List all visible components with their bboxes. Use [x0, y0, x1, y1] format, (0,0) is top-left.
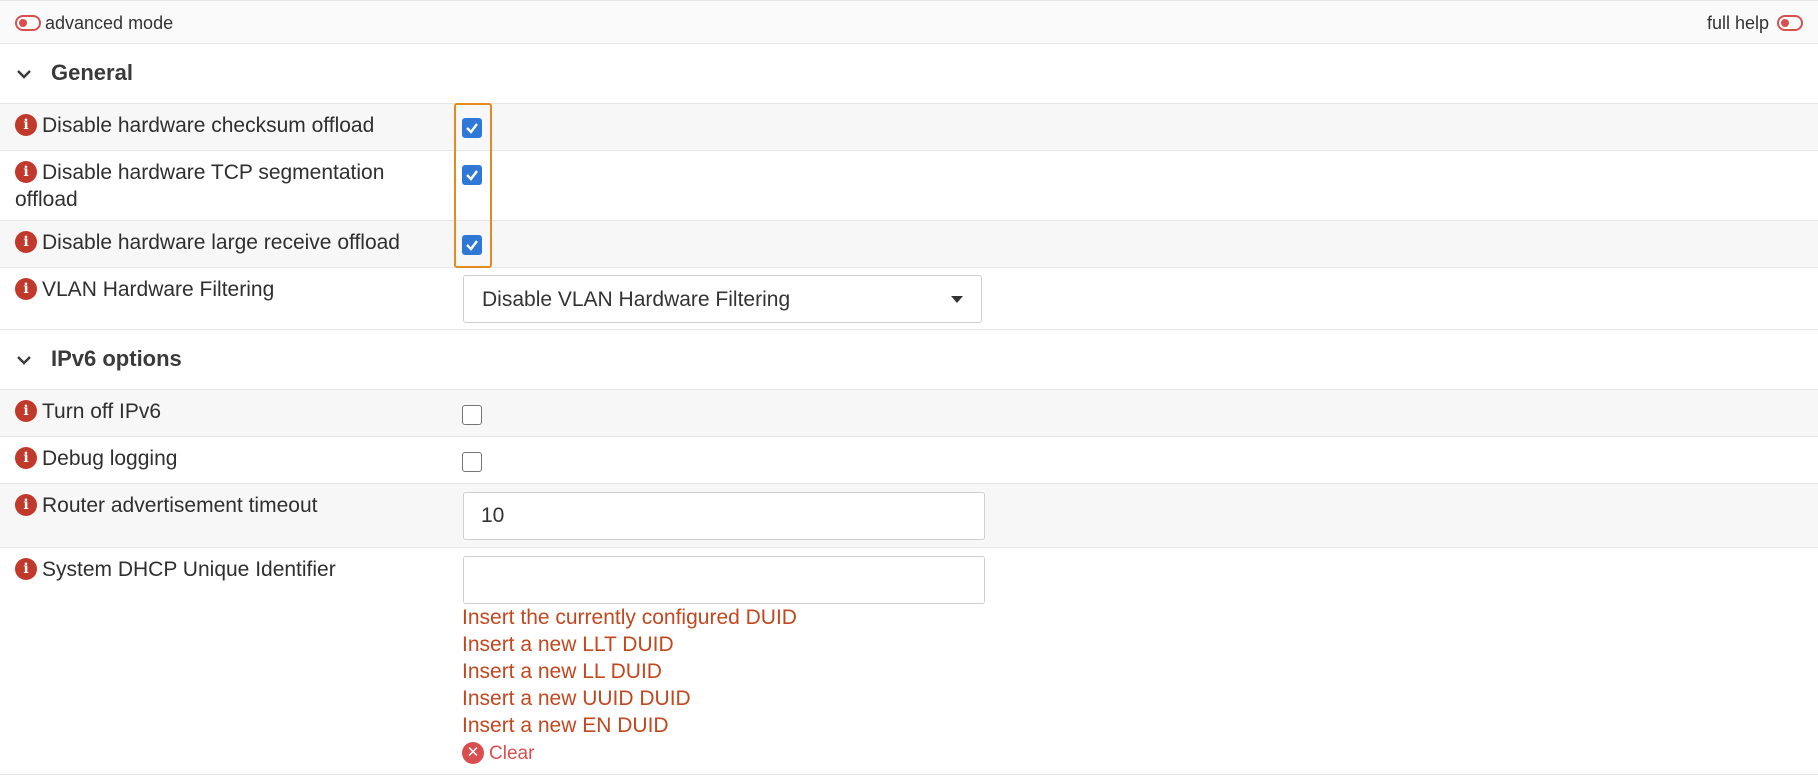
info-icon[interactable]: i [15, 447, 37, 469]
checkbox-turn-off-ipv6[interactable] [462, 405, 482, 425]
label-turn-off-ipv6: Turn off IPv6 [42, 400, 162, 423]
full-help-label[interactable]: full help [1707, 13, 1769, 34]
label-debug-logging: Debug logging [42, 447, 178, 470]
advanced-mode-toggle[interactable] [15, 15, 41, 31]
caret-down-icon [951, 296, 963, 303]
info-icon[interactable]: i [15, 558, 37, 580]
row-disable-checksum-offload: i Disable hardware checksum offload [0, 104, 1818, 151]
label-system-dhcp-unique-identifier: System DHCP Unique Identifier [42, 558, 336, 581]
info-icon[interactable]: i [15, 278, 37, 300]
chevron-down-icon[interactable] [17, 353, 31, 367]
section-title-ipv6-options: IPv6 options [51, 346, 182, 371]
full-help-toggle[interactable] [1777, 15, 1803, 31]
label-disable-large-receive-offload: Disable hardware large receive offload [42, 231, 400, 254]
row-turn-off-ipv6: i Turn off IPv6 [0, 390, 1818, 437]
router-advertisement-timeout-input[interactable]: 10 [463, 492, 985, 540]
label-vlan-hardware-filtering: VLAN Hardware Filtering [42, 278, 275, 301]
row-debug-logging: i Debug logging [0, 437, 1818, 484]
section-general[interactable]: General [0, 44, 1818, 104]
advanced-mode-label[interactable]: advanced mode [45, 13, 173, 34]
label-disable-checksum-offload: Disable hardware checksum offload [42, 114, 375, 137]
close-circle-icon: ✕ [462, 742, 484, 764]
info-icon[interactable]: i [15, 400, 37, 422]
clear-label: Clear [489, 743, 535, 764]
duid-input[interactable] [463, 556, 985, 604]
checkbox-debug-logging[interactable] [462, 452, 482, 472]
info-icon[interactable]: i [15, 114, 37, 136]
check-icon [466, 123, 478, 134]
info-icon[interactable]: i [15, 231, 37, 253]
insert-llt-duid-link[interactable]: Insert a new LLT DUID [462, 633, 674, 657]
insert-current-duid-link[interactable]: Insert the currently configured DUID [462, 606, 797, 630]
check-icon [466, 170, 478, 181]
vlan-filtering-selected: Disable VLAN Hardware Filtering [482, 288, 791, 311]
checkbox-disable-checksum-offload[interactable] [462, 118, 482, 138]
toolbar: advanced mode full help [0, 0, 1818, 44]
section-title-general: General [51, 60, 133, 85]
label-router-advertisement-timeout: Router advertisement timeout [42, 494, 318, 517]
checkbox-disable-large-receive-offload[interactable] [462, 235, 482, 255]
chevron-down-icon[interactable] [17, 67, 31, 81]
vlan-filtering-select[interactable]: Disable VLAN Hardware Filtering [463, 275, 982, 323]
info-icon[interactable]: i [15, 494, 37, 516]
section-ipv6-options[interactable]: IPv6 options [0, 330, 1818, 390]
row-disable-large-receive-offload: i Disable hardware large receive offload [0, 221, 1818, 268]
insert-ll-duid-link[interactable]: Insert a new LL DUID [462, 660, 662, 684]
row-disable-tcp-segmentation-offload: i Disable hardware TCP segmentation offl… [0, 151, 1818, 221]
label-disable-tcp-segmentation-offload: Disable hardware TCP segmentation offloa… [15, 161, 385, 211]
checkbox-disable-tcp-segmentation-offload[interactable] [462, 165, 482, 185]
check-icon [466, 240, 478, 251]
insert-uuid-duid-link[interactable]: Insert a new UUID DUID [462, 687, 691, 711]
insert-en-duid-link[interactable]: Insert a new EN DUID [462, 714, 669, 738]
